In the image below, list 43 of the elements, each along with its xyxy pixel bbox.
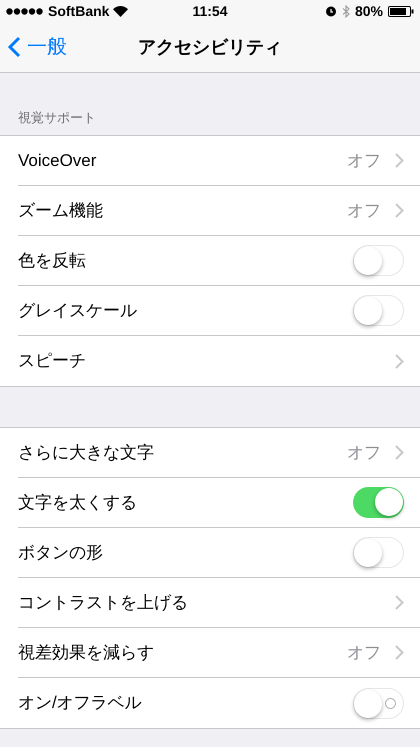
off-label-icon: [385, 698, 396, 708]
setting-value: オフ: [347, 200, 381, 222]
chevron-icon: [395, 203, 404, 218]
signal-icon: [6, 8, 44, 14]
setting-label: ボタンの形: [18, 542, 103, 564]
battery-icon: [388, 6, 414, 16]
setting-label: VoiceOver: [18, 150, 96, 172]
alarm-icon: [324, 5, 337, 17]
setting-label: 視差効果を減らす: [18, 642, 154, 664]
toggle-switch[interactable]: [353, 295, 404, 326]
setting-label: スピーチ: [18, 350, 86, 372]
setting-label: グレイスケール: [18, 300, 137, 322]
bluetooth-icon: [342, 4, 350, 18]
back-button[interactable]: 一般: [8, 32, 67, 62]
section-header: 視覚サポート: [18, 108, 96, 126]
nav-title: アクセシビリティ: [138, 36, 282, 58]
chevron-icon: [395, 645, 404, 660]
setting-row-detail[interactable]: オフ: [347, 640, 404, 666]
back-chevron-icon: [8, 36, 21, 58]
chevron-icon: [395, 354, 404, 368]
setting-value: オフ: [347, 150, 381, 172]
chevron-icon: [395, 153, 404, 168]
toggle-switch[interactable]: [353, 688, 404, 718]
setting-label: 色を反転: [18, 250, 86, 272]
setting-row-detail[interactable]: オフ: [347, 148, 404, 174]
clock-time: 11:54: [192, 2, 228, 20]
setting-label: ズーム機能: [18, 200, 103, 222]
setting-row-detail[interactable]: オフ: [347, 440, 404, 466]
toggle-switch[interactable]: [353, 245, 404, 276]
setting-value: オフ: [347, 642, 381, 664]
wifi-icon: [113, 6, 128, 16]
setting-value: オフ: [347, 442, 381, 464]
setting-label: コントラストを上げる: [18, 592, 188, 614]
setting-row-detail[interactable]: オフ: [347, 198, 404, 224]
toggle-switch[interactable]: [353, 487, 404, 518]
toggle-switch[interactable]: [353, 537, 404, 568]
setting-label: オン/オフラベル: [18, 692, 142, 714]
chevron-icon: [395, 445, 404, 460]
setting-label: さらに大きな文字: [18, 442, 154, 464]
chevron-icon: [395, 595, 404, 610]
carrier-name: SoftBank: [48, 2, 110, 20]
setting-label: 文字を太くする: [18, 492, 137, 514]
battery-percent: 80%: [354, 2, 383, 20]
